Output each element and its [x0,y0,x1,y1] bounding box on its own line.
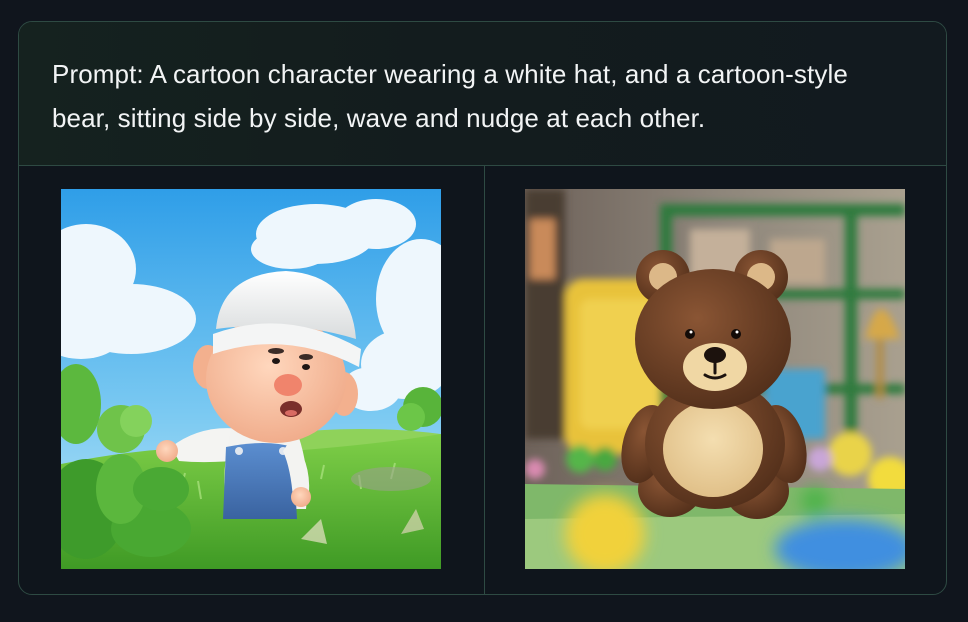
prompt-text: Prompt: A cartoon character wearing a wh… [52,59,848,133]
generated-image-character[interactable] [61,189,441,569]
bear-illustration [525,189,905,569]
generated-image-bear[interactable] [525,189,905,569]
character-illustration [61,189,441,569]
image-divider [484,166,485,594]
prompt-header: Prompt: A cartoon character wearing a wh… [19,22,946,166]
generation-card: Prompt: A cartoon character wearing a wh… [18,21,947,595]
